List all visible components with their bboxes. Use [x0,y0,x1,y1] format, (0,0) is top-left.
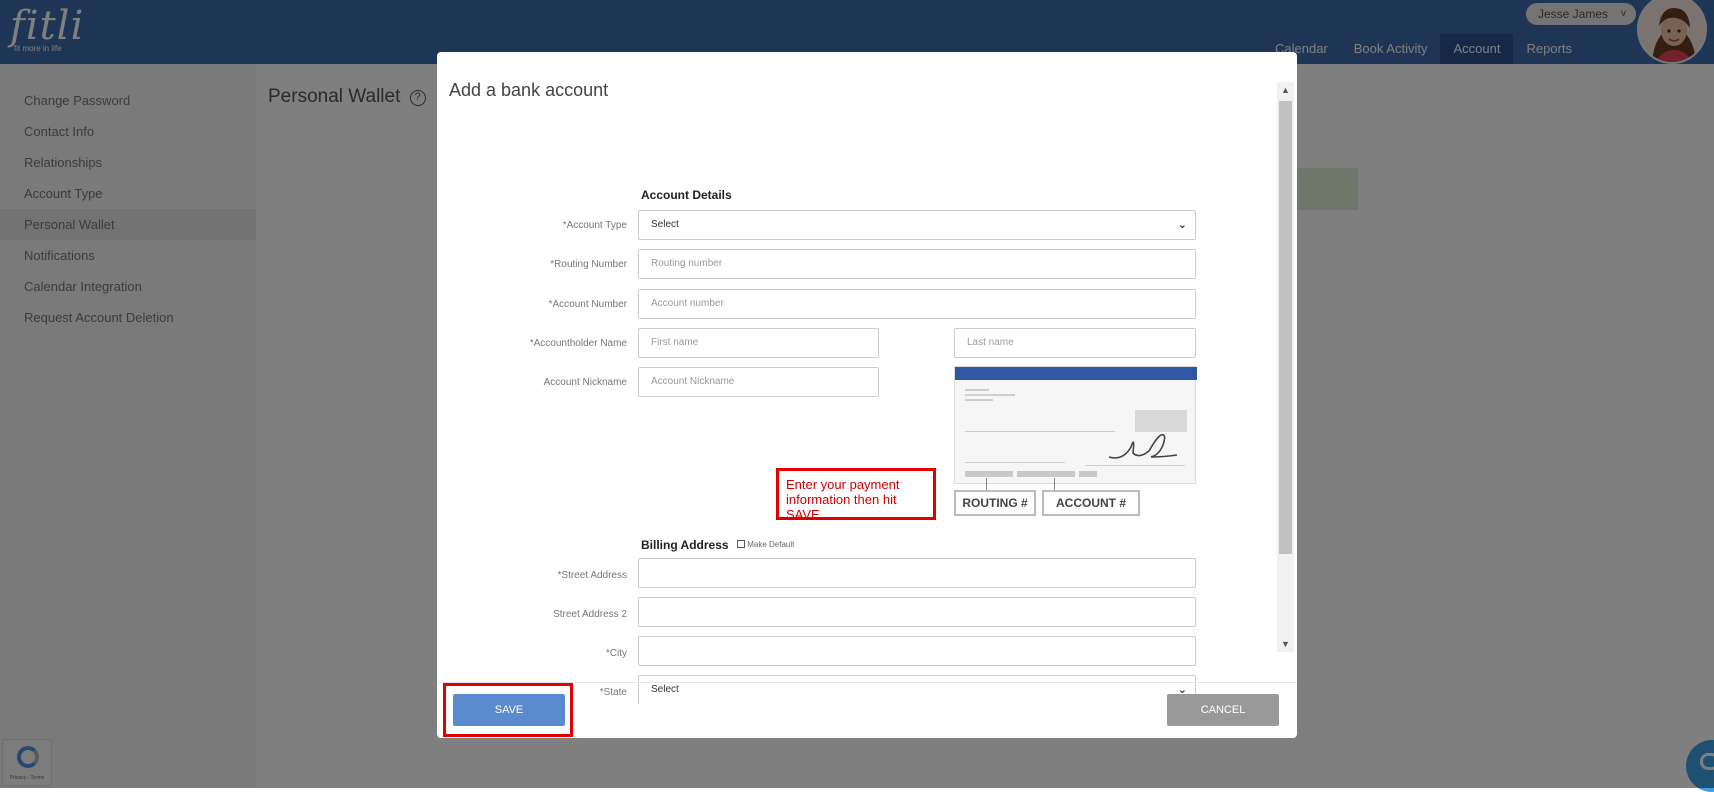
routing-number-input[interactable]: Routing number [638,249,1196,279]
save-button[interactable]: SAVE [453,694,565,726]
make-default-label: Make Default [747,540,795,549]
micr-check-bar [1079,471,1097,477]
account-type-label: *Account Type [562,220,627,231]
account-type-select[interactable]: Select ⌄ [638,210,1196,240]
scroll-up-icon[interactable]: ▲ [1277,82,1294,98]
routing-number-label: *Routing Number [550,259,627,270]
city-input[interactable] [638,636,1196,666]
check-line [1085,465,1185,466]
account-nickname-input[interactable]: Account Nickname [638,367,879,397]
cancel-button[interactable]: CANCEL [1167,694,1279,726]
signature-icon [1108,433,1178,459]
account-number-input[interactable]: Account number [638,289,1196,319]
last-name-input[interactable]: Last name [954,328,1196,358]
street-address-2-label: Street Address 2 [553,609,627,620]
add-bank-account-modal: Add a bank account ▲ ▼ Account Details *… [437,52,1297,738]
account-number-tag: ACCOUNT # [1042,490,1140,516]
check-illustration: ROUTING # ACCOUNT # [954,366,1197,516]
state-value: Select [651,684,679,695]
instruction-line-1: Enter your payment [786,477,900,492]
account-nickname-label: Account Nickname [543,377,627,388]
street-address-2-input[interactable] [638,597,1196,627]
check-card [954,366,1197,484]
modal-title: Add a bank account [449,80,609,100]
account-type-value: Select [651,219,679,230]
street-address-input[interactable] [638,558,1196,588]
accountholder-name-label: *Accountholder Name [529,338,627,349]
routing-number-tag: ROUTING # [954,490,1036,516]
check-line [965,462,1065,463]
account-number-label: *Account Number [548,299,627,310]
first-name-input[interactable]: First name [638,328,879,358]
billing-address-heading: Billing Address [641,538,729,552]
make-default-checkbox[interactable]: Make Default [737,540,794,549]
instruction-callout: Enter your payment information then hit … [776,468,936,522]
check-line [965,431,1115,432]
check-header-band [955,367,1197,380]
modal-body: Account Details *Account Type Select ⌄ *… [437,124,1297,704]
checkbox-icon [737,540,745,548]
account-details-heading: Account Details [641,188,732,202]
check-line [965,394,1015,396]
instruction-line-2: information then hit SAVE. [786,492,897,522]
check-line [965,399,993,401]
chevron-down-icon: ⌄ [1177,219,1187,231]
micr-account-bar [1017,471,1075,477]
check-line [965,389,989,391]
state-select[interactable]: Select ⌄ [638,675,1196,704]
street-address-label: *Street Address [557,570,627,581]
city-label: *City [605,648,627,659]
micr-routing-bar [965,471,1013,477]
